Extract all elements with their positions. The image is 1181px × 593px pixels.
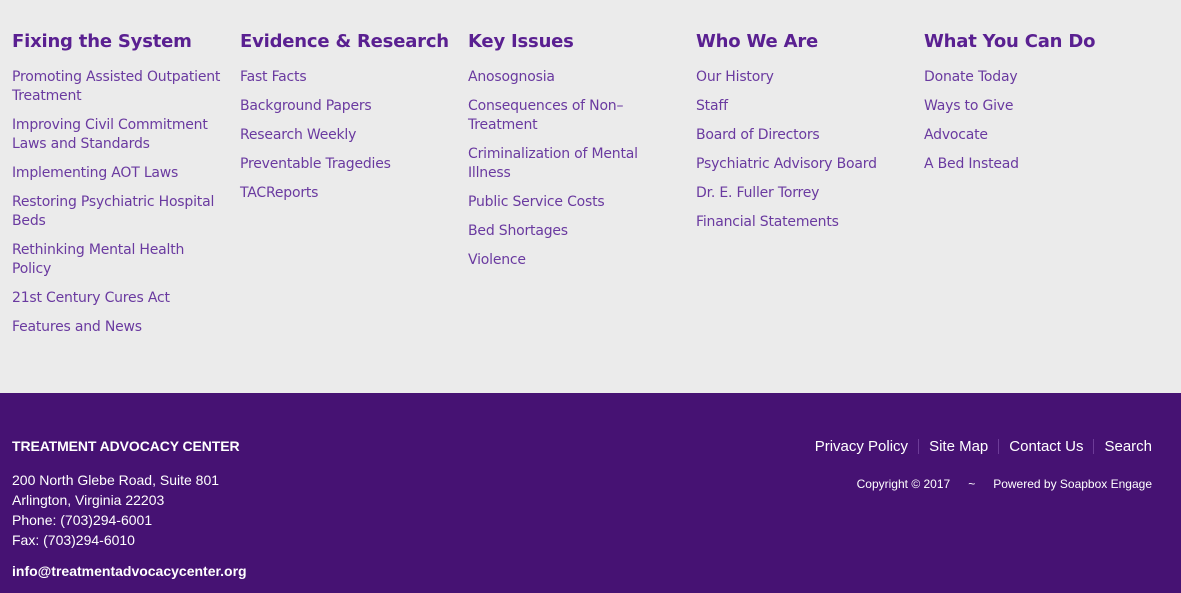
nav-link[interactable]: Financial Statements — [696, 213, 911, 232]
fax-number: Fax: (703)294-6010 — [12, 532, 135, 548]
nav-link[interactable]: Research Weekly — [240, 126, 455, 145]
nav-link[interactable]: Advocate — [924, 126, 1139, 145]
nav-link[interactable]: Restoring Psychiatric Hospital Beds — [12, 193, 227, 231]
nav-link[interactable]: Features and News — [12, 318, 227, 337]
nav-link[interactable]: Anosognosia — [468, 68, 683, 87]
nav-link[interactable]: Our History — [696, 68, 911, 87]
column-fixing-the-system: Fixing the System Promoting Assisted Out… — [12, 30, 227, 347]
nav-link[interactable]: 21st Century Cures Act — [12, 289, 227, 308]
nav-link[interactable]: Dr. E. Fuller Torrey — [696, 184, 911, 203]
nav-link[interactable]: Improving Civil Commitment Laws and Stan… — [12, 116, 227, 154]
nav-link[interactable]: Preventable Tragedies — [240, 155, 455, 174]
column-links: Our History Staff Board of Directors Psy… — [696, 68, 911, 232]
contact-us-link[interactable]: Contact Us — [1009, 438, 1083, 455]
nav-link[interactable]: Implementing AOT Laws — [12, 164, 227, 183]
nav-link[interactable]: Background Papers — [240, 97, 455, 116]
powered-by-link[interactable]: Powered by Soapbox Engage — [993, 477, 1152, 491]
footer-meta: Copyright © 2017 ~ Powered by Soapbox En… — [857, 477, 1152, 491]
column-links: Promoting Assisted Outpatient Treatment … — [12, 68, 227, 337]
column-links: Donate Today Ways to Give Advocate A Bed… — [924, 68, 1139, 174]
nav-link[interactable]: Staff — [696, 97, 911, 116]
link-divider — [918, 439, 920, 454]
meta-separator: ~ — [968, 477, 976, 491]
phone-number: Phone: (703)294-6001 — [12, 512, 153, 528]
search-link[interactable]: Search — [1104, 438, 1152, 455]
column-links: Fast Facts Background Papers Research We… — [240, 68, 455, 203]
column-heading: Fixing the System — [12, 31, 192, 52]
nav-link[interactable]: Consequences of Non–Treatment — [468, 97, 683, 135]
column-evidence-research: Evidence & Research Fast Facts Backgroun… — [240, 30, 455, 213]
nav-link[interactable]: Criminalization of Mental Illness — [468, 145, 683, 183]
site-map-link[interactable]: Site Map — [929, 438, 988, 455]
nav-link[interactable]: A Bed Instead — [924, 155, 1139, 174]
column-heading: Key Issues — [468, 31, 574, 52]
copyright-text: Copyright © 2017 — [856, 477, 951, 491]
site-footer: TREATMENT ADVOCACY CENTER 200 North Gleb… — [0, 393, 1181, 593]
column-heading: What You Can Do — [924, 31, 1096, 52]
nav-link[interactable]: Fast Facts — [240, 68, 455, 87]
sitemap-section: Fixing the System Promoting Assisted Out… — [0, 0, 1181, 393]
nav-link[interactable]: Psychiatric Advisory Board — [696, 155, 911, 174]
privacy-policy-link[interactable]: Privacy Policy — [815, 438, 908, 455]
link-divider — [1093, 439, 1095, 454]
nav-link[interactable]: Rethinking Mental Health Policy — [12, 241, 227, 279]
column-key-issues: Key Issues Anosognosia Consequences of N… — [468, 30, 683, 280]
column-who-we-are: Who We Are Our History Staff Board of Di… — [696, 30, 911, 242]
nav-link[interactable]: Public Service Costs — [468, 193, 683, 212]
footer-links: Privacy Policy Site Map Contact Us Searc… — [815, 438, 1152, 455]
address-block: 200 North Glebe Road, Suite 801 Arlingto… — [12, 470, 219, 550]
email-link[interactable]: info@treatmentadvocacycenter.org — [12, 563, 247, 579]
address-line: Arlington, Virginia 22203 — [12, 492, 165, 508]
column-what-you-can-do: What You Can Do Donate Today Ways to Giv… — [924, 30, 1139, 184]
nav-link[interactable]: Bed Shortages — [468, 222, 683, 241]
column-heading: Who We Are — [696, 31, 819, 52]
address-line: 200 North Glebe Road, Suite 801 — [12, 472, 220, 488]
column-heading: Evidence & Research — [240, 31, 449, 52]
nav-link[interactable]: Promoting Assisted Outpatient Treatment — [12, 68, 227, 106]
nav-link[interactable]: TACReports — [240, 184, 455, 203]
organization-name: TREATMENT ADVOCACY CENTER — [12, 438, 240, 454]
nav-link[interactable]: Violence — [468, 251, 683, 270]
link-divider — [998, 439, 1000, 454]
nav-link[interactable]: Donate Today — [924, 68, 1139, 87]
column-links: Anosognosia Consequences of Non–Treatmen… — [468, 68, 683, 270]
nav-link[interactable]: Ways to Give — [924, 97, 1139, 116]
nav-link[interactable]: Board of Directors — [696, 126, 911, 145]
